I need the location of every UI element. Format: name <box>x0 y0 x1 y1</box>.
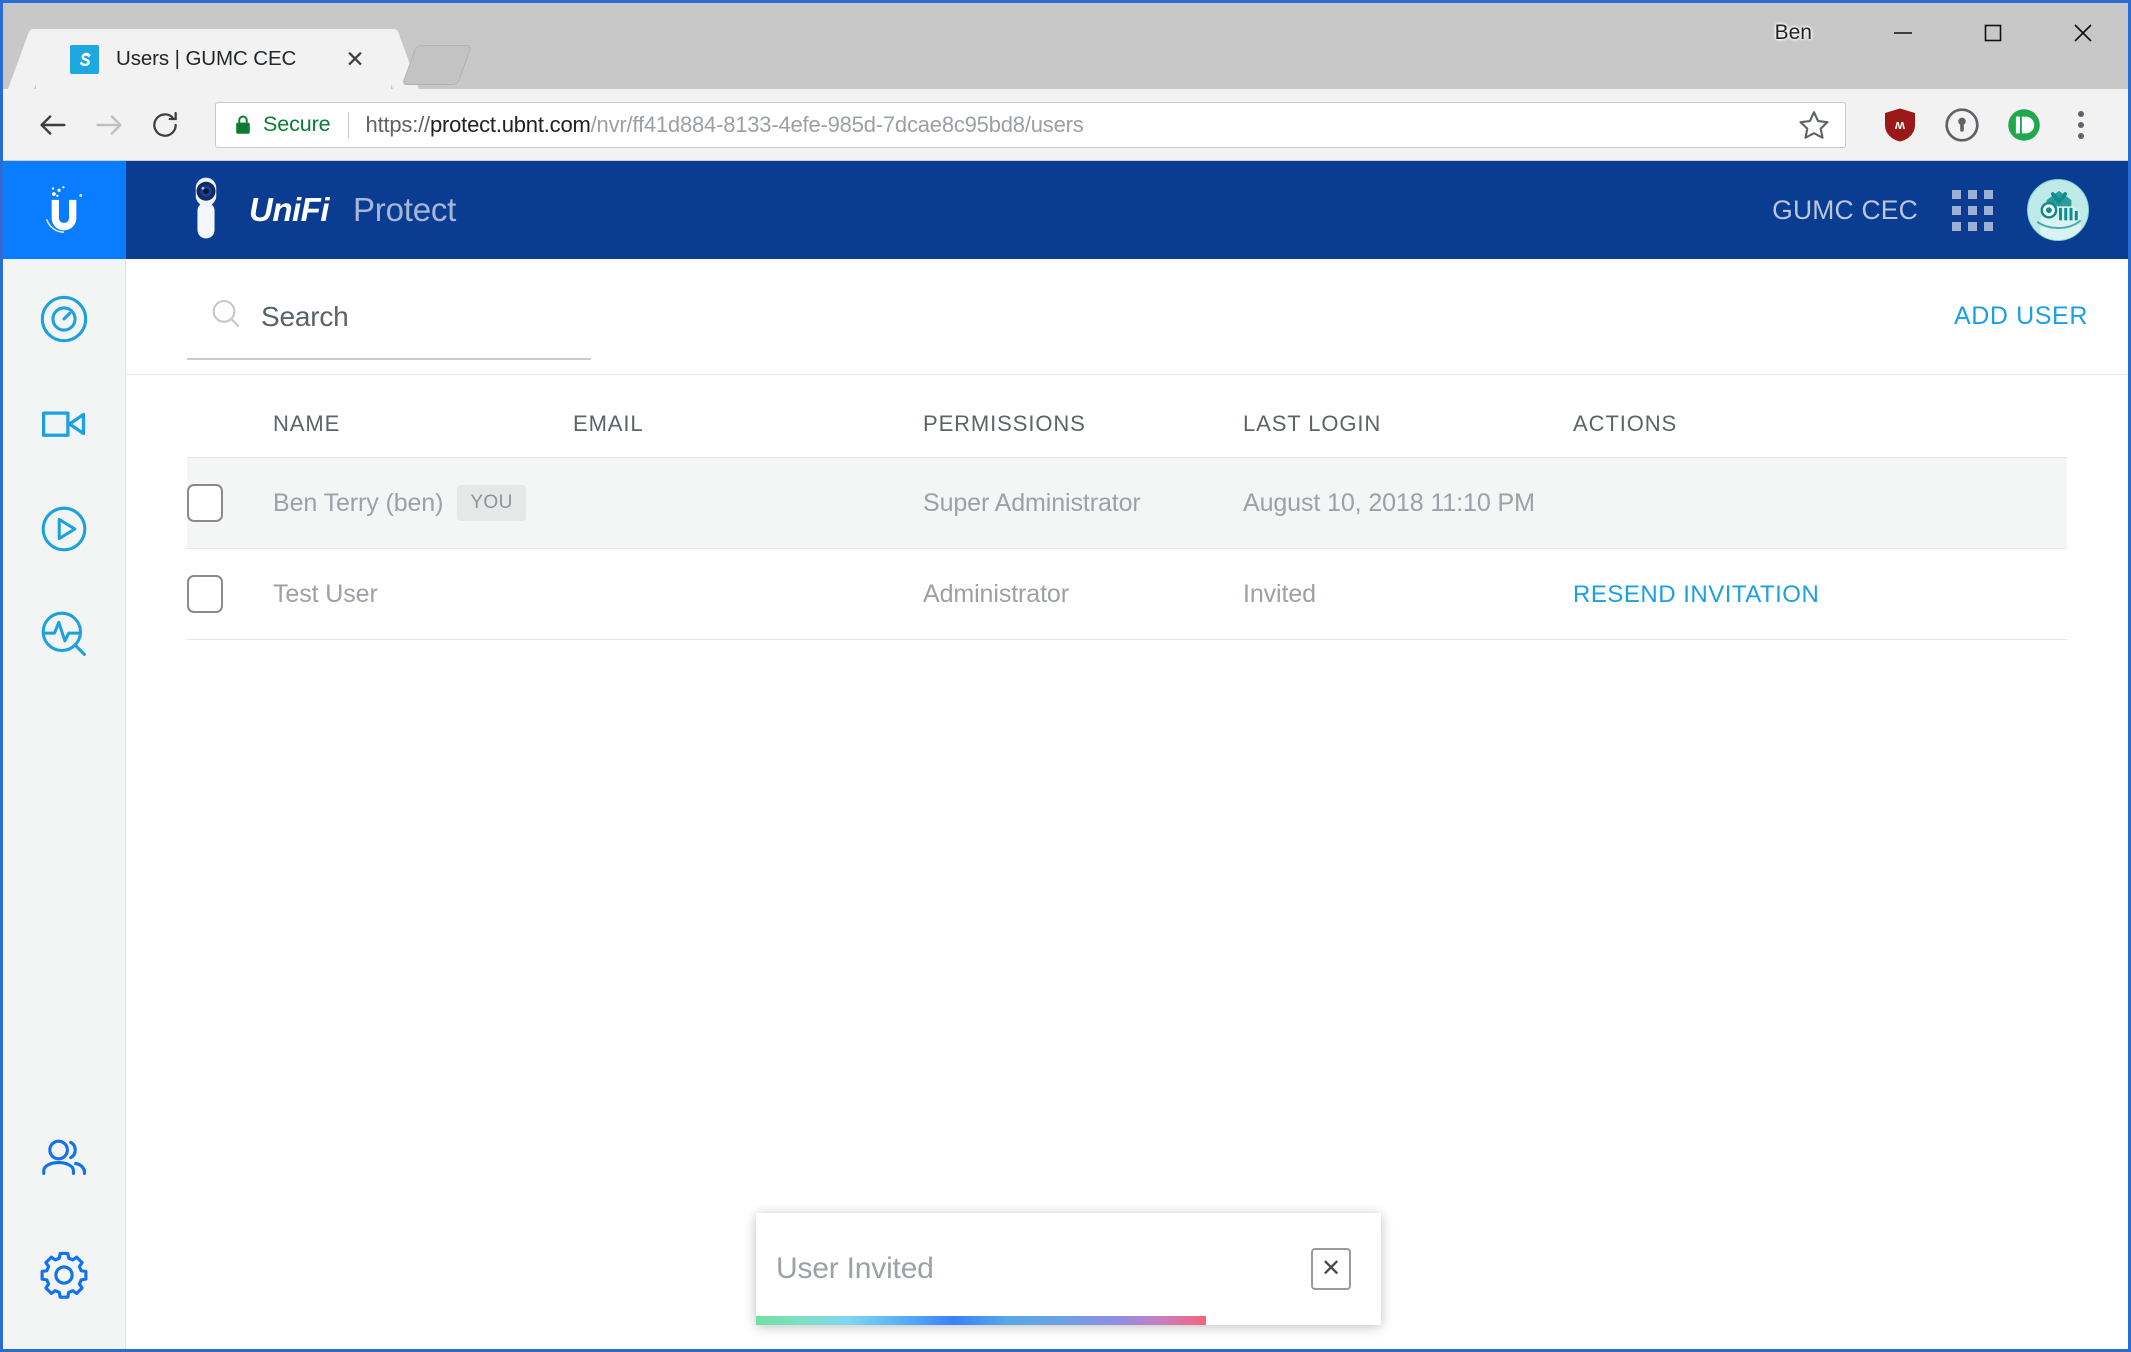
row-checkbox[interactable] <box>187 484 223 522</box>
user-avatar[interactable] <box>2027 179 2089 241</box>
lock-icon <box>234 114 252 135</box>
brand-name: UniFi <box>249 191 329 228</box>
table-body: Ben Terry (ben) YOU Super Administrator … <box>187 457 2067 640</box>
url-domain: protect.ubnt.com <box>429 111 591 137</box>
row-name-cell: Ben Terry (ben) YOU <box>273 457 573 549</box>
browser-window: Users | GUMC CEC ✕ Ben Secure https://pr… <box>0 0 2131 1352</box>
app-sidebar <box>3 161 126 1349</box>
new-tab-shape <box>401 45 473 85</box>
brand-subtitle: Protect <box>352 191 457 228</box>
users-table-container: NAME EMAIL PERMISSIONS LAST LOGIN ACTION… <box>126 375 2128 640</box>
svg-text:ʍ: ʍ <box>1894 116 1905 131</box>
toast-notification: User Invited ✕ <box>756 1213 1381 1325</box>
row-permissions-cell: Administrator <box>923 548 1243 640</box>
close-icon[interactable]: ✕ <box>343 47 367 71</box>
page-body: UniFi Protect GUMC CEC Search ADD USER N… <box>3 161 2128 1349</box>
user-name: Test User <box>273 579 378 608</box>
user-name: Ben Terry (ben) <box>273 488 444 517</box>
app-content: UniFi Protect GUMC CEC Search ADD USER N… <box>126 161 2128 1349</box>
users-table: NAME EMAIL PERMISSIONS LAST LOGIN ACTION… <box>187 375 2067 640</box>
new-tab-button[interactable] <box>401 45 473 87</box>
browser-toolbar: Secure https://protect.ubnt.com/nvr/ff41… <box>3 89 2128 161</box>
search-placeholder: Search <box>261 300 349 332</box>
column-header-name[interactable]: NAME <box>273 375 573 458</box>
forward-arrow-icon <box>81 97 137 153</box>
tab-strip: Users | GUMC CEC ✕ <box>36 3 473 89</box>
sidebar-bottom-nav <box>26 1121 102 1349</box>
ubiquiti-logo-icon[interactable] <box>3 161 126 259</box>
unifi-camera-icon <box>187 175 225 246</box>
minimize-button[interactable] <box>1858 3 1948 63</box>
select-all-header <box>187 375 273 458</box>
sidebar-item-events[interactable] <box>26 596 102 672</box>
url-path: /nvr/ff41d884-8133-4efe-985d-7dcae8c95bd… <box>590 111 1084 137</box>
row-last-login-cell: Invited <box>1243 548 1573 640</box>
row-actions-cell: RESEND INVITATION <box>1573 548 2067 640</box>
back-arrow-icon[interactable] <box>25 97 81 153</box>
window-close-button[interactable] <box>2038 3 2128 63</box>
row-actions-cell <box>1573 457 2067 549</box>
maximize-button[interactable] <box>1948 3 2038 63</box>
add-user-button[interactable]: ADD USER <box>1954 302 2088 331</box>
row-select-cell[interactable] <box>187 457 273 549</box>
table-header: NAME EMAIL PERMISSIONS LAST LOGIN ACTION… <box>187 375 2067 458</box>
url-scheme: https:// <box>365 111 431 137</box>
security-label: Secure <box>263 112 331 136</box>
column-header-actions[interactable]: ACTIONS <box>1573 375 2067 458</box>
row-permissions-cell: Super Administrator <box>923 457 1243 549</box>
tab-title: Users | GUMC CEC <box>116 47 297 70</box>
kebab-menu-icon[interactable] <box>2058 99 2104 151</box>
search-icon <box>209 297 243 336</box>
toast-progress-bar <box>756 1316 1206 1325</box>
profile-name[interactable]: Ben <box>1775 21 1812 45</box>
pushbullet-icon[interactable] <box>1998 99 2050 151</box>
sidebar-item-cameras[interactable] <box>26 386 102 462</box>
site-name[interactable]: GUMC CEC <box>1772 195 1918 226</box>
sidebar-item-playback[interactable] <box>26 491 102 567</box>
onepassword-icon[interactable] <box>1936 99 1988 151</box>
search-input[interactable]: Search <box>187 297 591 360</box>
toolbar-row: Search ADD USER <box>126 259 2128 375</box>
column-header-permissions[interactable]: PERMISSIONS <box>923 375 1243 458</box>
sidebar-item-dashboard[interactable] <box>26 281 102 357</box>
close-icon[interactable]: ✕ <box>1311 1248 1351 1290</box>
you-badge: YOU <box>457 485 526 521</box>
url-text: https://protect.ubnt.com/nvr/ff41d884-81… <box>366 112 1084 138</box>
table-row[interactable]: Ben Terry (ben) YOU Super Administrator … <box>187 457 2067 549</box>
browser-tab[interactable]: Users | GUMC CEC ✕ <box>36 29 391 89</box>
bookmark-star-icon[interactable] <box>1797 108 1831 142</box>
sidebar-item-users[interactable] <box>26 1121 102 1197</box>
table-row[interactable]: Test User Administrator Invited RESEND I… <box>187 548 2067 640</box>
column-header-email[interactable]: EMAIL <box>573 375 923 458</box>
row-email-cell <box>573 548 923 640</box>
title-bar: Users | GUMC CEC ✕ Ben <box>3 3 2128 89</box>
toast-message: User Invited <box>776 1252 934 1285</box>
ublock-origin-icon[interactable]: ʍ <box>1874 99 1926 151</box>
app-grid-icon[interactable] <box>1952 189 1993 231</box>
app-header: UniFi Protect GUMC CEC <box>126 161 2128 259</box>
row-name-cell: Test User <box>273 548 573 640</box>
reload-icon[interactable] <box>137 97 193 153</box>
resend-invitation-button[interactable]: RESEND INVITATION <box>1573 581 1819 608</box>
row-last-login-cell: August 10, 2018 11:10 PM <box>1243 457 1573 549</box>
column-header-last-login[interactable]: LAST LOGIN <box>1243 375 1573 458</box>
sidebar-item-settings[interactable] <box>26 1237 102 1313</box>
window-controls: Ben <box>1775 3 2128 63</box>
omnibox-divider <box>347 111 349 138</box>
app-favicon <box>70 44 99 74</box>
brand-block: UniFi Protect <box>187 175 456 246</box>
table-header-row: NAME EMAIL PERMISSIONS LAST LOGIN ACTION… <box>187 375 2067 458</box>
row-select-cell[interactable] <box>187 548 273 640</box>
row-email-cell <box>573 457 923 549</box>
address-bar[interactable]: Secure https://protect.ubnt.com/nvr/ff41… <box>215 101 1846 148</box>
row-checkbox[interactable] <box>187 575 223 613</box>
sidebar-nav <box>26 259 102 672</box>
header-right: GUMC CEC <box>1772 179 2089 241</box>
